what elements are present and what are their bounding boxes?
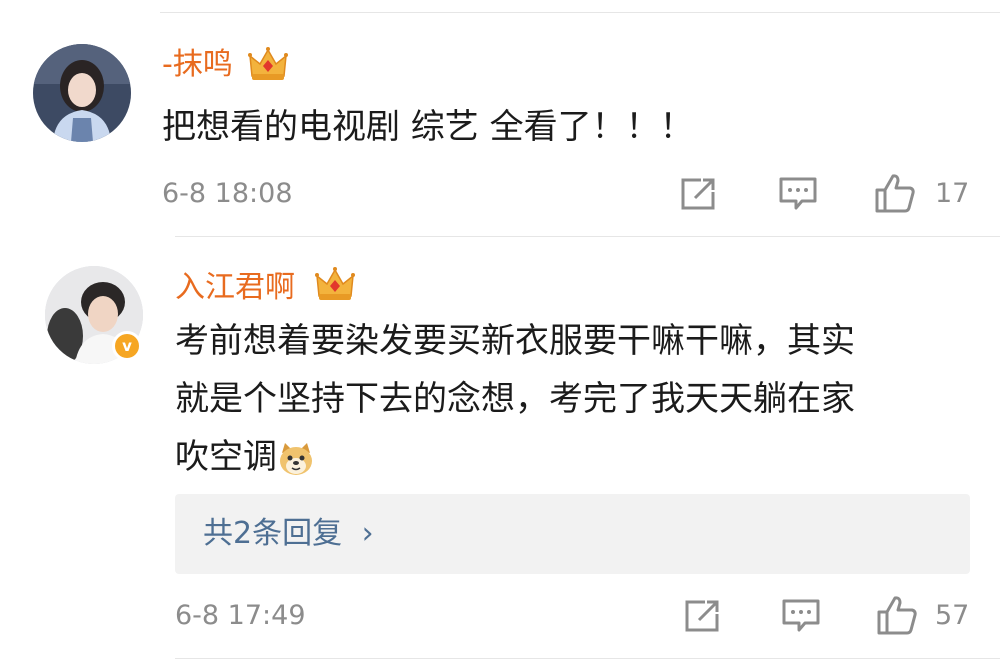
like-icon[interactable] — [876, 594, 918, 636]
repost-icon[interactable] — [679, 176, 719, 212]
comment-text-line: 就是个坚持下去的念想，考完了我天天躺在家 — [175, 379, 855, 419]
timestamp: 6-8 17:49 — [175, 600, 306, 631]
avatar-image — [33, 44, 131, 142]
comment-text-line-end: 吹空调 — [175, 437, 277, 477]
timestamp: 6-8 18:08 — [162, 178, 293, 209]
avatar[interactable] — [33, 44, 131, 142]
crown-badge-icon — [315, 267, 355, 300]
comment-text-line: 吹空调 — [175, 428, 965, 486]
comment-divider — [175, 236, 1000, 237]
doge-emoji-icon — [280, 442, 312, 475]
bottom-divider — [175, 658, 1000, 659]
comment-text: 考前想着要染发要买新衣服要干嘛干嘛，其实 就是个坚持下去的念想，考完了我天天躺在… — [175, 312, 965, 486]
view-replies-link[interactable]: 共2条回复 › — [203, 516, 374, 552]
comment-icon[interactable] — [778, 175, 818, 213]
chevron-right-icon: › — [361, 516, 374, 551]
like-count: 57 — [935, 600, 970, 631]
like-count: 17 — [935, 178, 970, 209]
replies-box[interactable]: 共2条回复 › — [175, 494, 970, 574]
view-replies-label: 共2条回复 — [203, 516, 343, 551]
username[interactable]: -抹鸣 — [162, 47, 233, 83]
comment-text-line: 考前想着要染发要买新衣服要干嘛干嘛，其实 — [175, 321, 855, 361]
verified-badge-icon: v — [112, 331, 142, 361]
repost-icon[interactable] — [683, 598, 723, 634]
comment-text: 把想看的电视剧 综艺 全看了！！！ — [162, 107, 694, 147]
like-icon[interactable] — [874, 172, 916, 214]
top-divider — [160, 12, 1000, 13]
username[interactable]: 入江君啊 — [175, 270, 295, 306]
crown-badge-icon — [248, 47, 288, 80]
comment-icon[interactable] — [781, 597, 821, 635]
